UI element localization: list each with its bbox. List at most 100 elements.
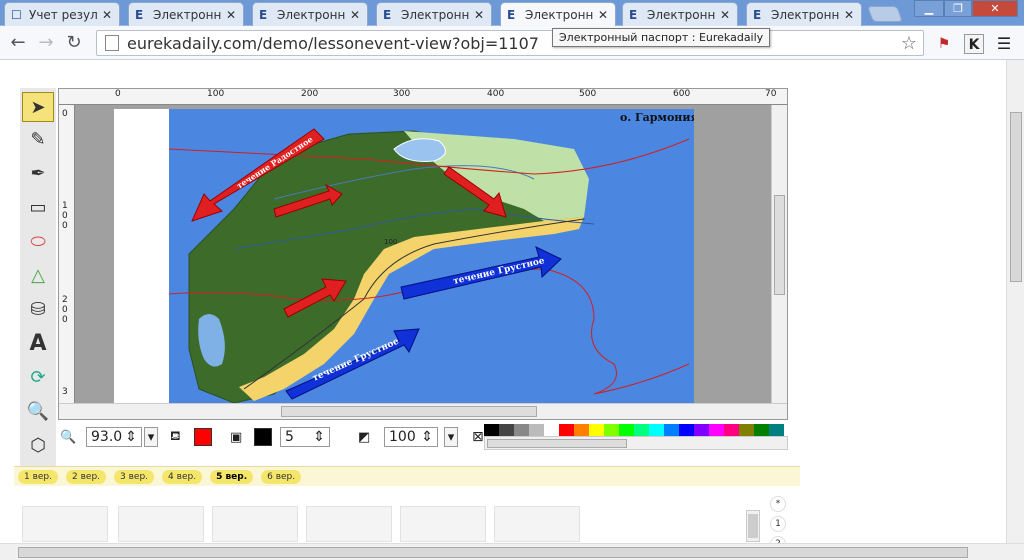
k-extension-icon[interactable]: K [964,34,984,54]
palette-color-swatch[interactable] [694,424,709,436]
tab-title: Учет резуль [29,7,97,22]
palette-color-swatch[interactable] [484,424,499,436]
browser-tab-4[interactable]: E Электронны ✕ [376,2,492,26]
palette-scroll-thumb[interactable] [487,439,627,448]
url-input[interactable]: eurekadaily.com/demo/lessonevent-view?ob… [96,30,924,56]
thumbnail-card[interactable] [22,506,108,542]
canvas-vscroll-thumb[interactable] [774,195,785,295]
palette-color-swatch[interactable] [604,424,619,436]
thumbnail-scrollbar[interactable] [746,510,760,542]
fill-color-swatch[interactable] [194,428,212,446]
version-tab-2[interactable]: 2 вер. [66,469,107,484]
palette-color-swatch[interactable] [679,424,694,436]
page-vscroll-thumb[interactable] [1010,112,1022,282]
tab-close-icon[interactable]: ✕ [719,8,731,22]
canvas-vertical-scrollbar[interactable] [771,105,787,403]
reload-icon[interactable]: ↻ [64,33,84,53]
menu-icon[interactable]: ☰ [994,34,1014,54]
palette-color-swatch[interactable] [514,424,529,436]
new-tab-button[interactable] [867,6,903,22]
drawing-canvas[interactable]: 0 100 200 300 400 500 600 70 0 1 0 0 2 0… [58,88,788,420]
kaspersky-extension-icon[interactable]: ⚑ [934,34,954,54]
palette-color-swatch[interactable] [559,424,574,436]
spinner-icon[interactable]: ⇕ [125,429,137,445]
zoom-tool-icon[interactable]: 🔍 [22,396,54,426]
spinner-icon[interactable]: ⇕ [313,429,325,445]
tab-close-icon[interactable]: ✕ [101,8,113,22]
thumbnail-card[interactable] [400,506,486,542]
no-color-icon[interactable]: ⊠ [472,427,484,447]
browser-tab-3[interactable]: E Электронны ✕ [252,2,368,26]
window-minimize-button[interactable]: ▁ [914,0,944,17]
stroke-color-swatch[interactable] [254,428,272,446]
palette-scrollbar[interactable] [484,436,788,450]
contour-label: 100 [384,238,397,246]
side-nav-item[interactable]: * [770,496,786,512]
thumbnail-card[interactable] [212,506,298,542]
tab-favicon-icon: E [135,7,144,22]
triangle-tool-icon[interactable]: △ [22,260,54,290]
palette-color-swatch[interactable] [574,424,589,436]
opacity-dropdown-icon[interactable]: ▾ [444,427,458,447]
version-tab-3[interactable]: 3 вер. [114,469,155,484]
canvas-hscroll-thumb[interactable] [281,406,537,417]
version-tab-1[interactable]: 1 вер. [18,469,59,484]
zoom-dropdown-icon[interactable]: ▾ [144,427,158,447]
window-maximize-button[interactable]: ❐ [944,0,972,17]
browser-tab-6[interactable]: E Электронны ✕ [622,2,738,26]
palette-color-swatch[interactable] [724,424,739,436]
palette-color-swatch[interactable] [739,424,754,436]
palette-color-swatch[interactable] [589,424,604,436]
version-tab-6[interactable]: 6 вер. [261,469,302,484]
thumbnail-scroll-thumb[interactable] [748,514,758,538]
thumbnail-card[interactable] [306,506,392,542]
side-nav-item[interactable]: 1 [770,516,786,532]
browser-tab-2[interactable]: E Электронны ✕ [128,2,244,26]
palette-color-swatch[interactable] [529,424,544,436]
page-vertical-scrollbar[interactable] [1006,60,1024,544]
version-tab-4[interactable]: 4 вер. [162,469,203,484]
version-tab-5[interactable]: 5 вер. [210,469,254,484]
palette-color-swatch[interactable] [709,424,724,436]
browser-tab-5[interactable]: E Электронны ✕ [500,2,616,26]
polygon-tool-icon[interactable]: ⬡ [22,430,54,460]
image-tool-icon[interactable]: ⟳ [22,362,54,392]
spinner-icon[interactable]: ⇕ [421,429,433,445]
forward-arrow-icon[interactable]: → [36,33,56,53]
tab-close-icon[interactable]: ✕ [225,8,237,22]
palette-color-swatch[interactable] [499,424,514,436]
node-edit-tool-icon[interactable]: ✎ [22,124,54,154]
tab-close-icon[interactable]: ✕ [597,8,609,22]
tab-close-icon[interactable]: ✕ [843,8,855,22]
ellipse-tool-icon[interactable]: ⬭ [22,226,54,256]
stroke-width-input[interactable]: 5 ⇕ [280,427,330,447]
window-close-button[interactable]: ✕ [972,0,1018,17]
tab-close-icon[interactable]: ✕ [349,8,361,22]
select-tool-icon[interactable]: ➤ [22,92,54,122]
back-arrow-icon[interactable]: ← [8,33,28,53]
thumbnail-card[interactable] [118,506,204,542]
cylinder-tool-icon[interactable]: ⛁ [22,294,54,324]
tab-close-icon[interactable]: ✕ [473,8,485,22]
opacity-input[interactable]: 100 ⇕ [384,427,438,447]
palette-color-swatch[interactable] [769,424,784,436]
text-tool-icon[interactable]: A [22,328,54,358]
palette-color-swatch[interactable] [619,424,634,436]
canvas-horizontal-scrollbar[interactable] [59,403,787,419]
palette-color-swatch[interactable] [634,424,649,436]
palette-color-swatch[interactable] [544,424,559,436]
page-hscroll-thumb[interactable] [18,547,968,558]
browser-tab-1[interactable]: ☐ Учет резуль ✕ [4,2,120,26]
zoom-input[interactable]: 93.0 ⇕ [86,427,142,447]
drawing-sheet: течение Грустное течение Грустное течени… [114,109,699,404]
thumbnail-card[interactable] [494,506,580,542]
island-map[interactable]: течение Грустное течение Грустное течени… [114,109,699,404]
bookmark-star-icon[interactable]: ☆ [901,33,917,54]
palette-color-swatch[interactable] [754,424,769,436]
pen-tool-icon[interactable]: ✒ [22,158,54,188]
palette-color-swatch[interactable] [664,424,679,436]
page-horizontal-scrollbar[interactable] [0,543,1024,560]
palette-color-swatch[interactable] [649,424,664,436]
browser-tab-7[interactable]: E Электронны ✕ [746,2,862,26]
rectangle-tool-icon[interactable]: ▭ [22,192,54,222]
